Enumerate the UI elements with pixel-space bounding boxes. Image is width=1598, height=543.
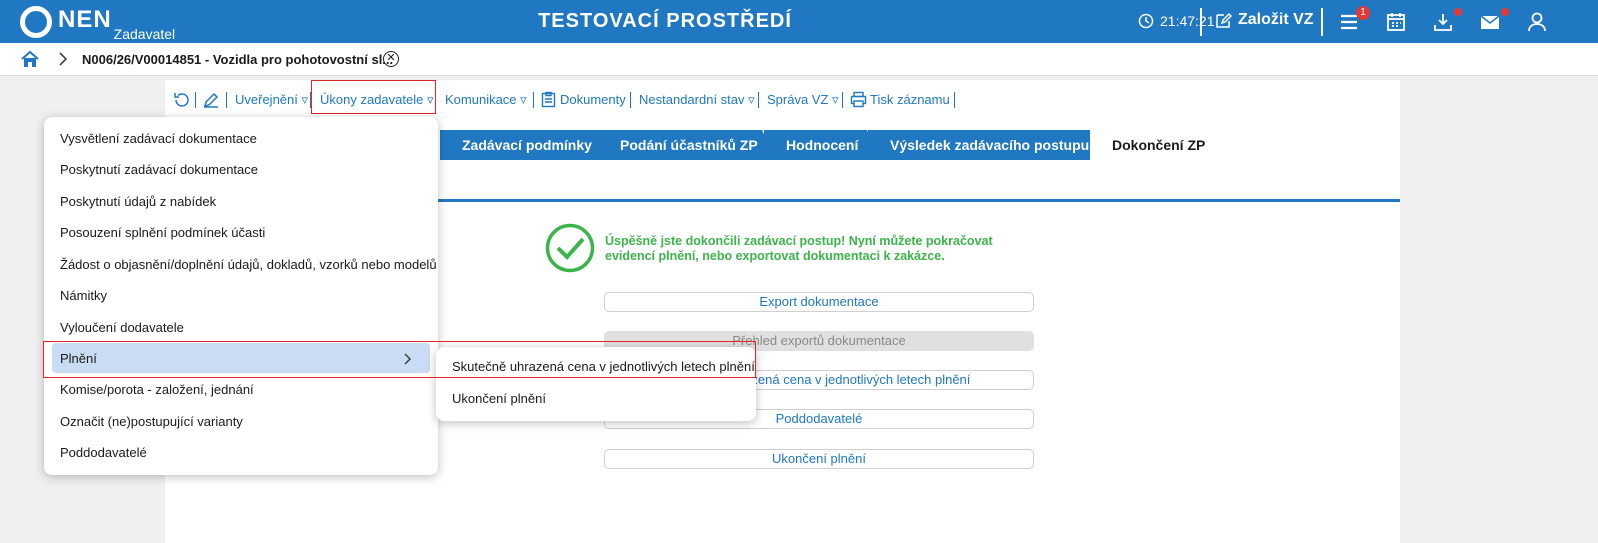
documents-icon (541, 91, 556, 111)
create-tender-label: Založit VZ (1238, 11, 1314, 28)
breadcrumb: N006/26/V00014851 - Vozidla pro pohotovo… (0, 43, 1598, 76)
toolbar-divider (630, 92, 631, 108)
download-dot (1454, 8, 1462, 16)
menu-item-clarification-request[interactable]: Žádost o objasnění/doplnění údajů, dokla… (60, 257, 437, 272)
edit-icon (1216, 12, 1232, 28)
highlight-frame (43, 341, 756, 378)
menu-item-explanation[interactable]: Vysvětlení zadávací dokumentace (60, 131, 257, 146)
menu-item-committee[interactable]: Komise/porota - založení, jednání (60, 382, 254, 397)
toolbar-divider (758, 92, 759, 108)
highlight-frame (311, 80, 436, 114)
tab-conditions[interactable]: Zadávací podmínky (440, 130, 612, 160)
download-icon[interactable] (1432, 11, 1454, 33)
toolbar-divider (954, 92, 955, 108)
menu-item-provide-docs[interactable]: Poskytnutí zadávací dokumentace (60, 162, 258, 177)
menu-item-subcontractors[interactable]: Poddodavatelé (60, 445, 147, 460)
menu-item-objections[interactable]: Námitky (60, 288, 107, 303)
tab-evaluation[interactable]: Hodnocení (764, 130, 881, 160)
chevron-right-icon (59, 52, 68, 66)
menu-publish[interactable]: Uveřejnění ▿ (235, 92, 308, 108)
tab-completion[interactable]: Dokončení ZP (1090, 130, 1232, 160)
header-divider (1200, 8, 1202, 36)
menu-communication[interactable]: Komunikace ▿ (445, 92, 527, 108)
menu-tender-management[interactable]: Správa VZ ▿ (767, 92, 839, 108)
clock-time: 21:47:21 (1160, 13, 1215, 29)
tab-result[interactable]: Výsledek zadávacího postupu (868, 130, 1104, 160)
clock-icon (1138, 13, 1154, 29)
calendar-icon[interactable] (1385, 11, 1407, 33)
success-message: Úspěšně jste dokončili zadávací postup! … (605, 234, 993, 263)
edit-icon[interactable] (202, 91, 220, 109)
menu-nonstandard-state[interactable]: Nestandardní stav ▿ (639, 92, 755, 108)
menu-item-variants[interactable]: Označit (ne)postupující varianty (60, 414, 243, 429)
close-icon[interactable]: ✕ (383, 51, 399, 67)
mail-dot (1501, 8, 1509, 16)
performance-end-button[interactable]: Ukončení plnění (604, 449, 1034, 469)
export-documentation-button[interactable]: Export dokumentace (604, 292, 1034, 312)
toolbar-divider (195, 92, 196, 108)
toolbar-divider (842, 92, 843, 108)
tab-underline (438, 199, 1400, 202)
environment-title: TESTOVACÍ PROSTŘEDÍ (538, 10, 792, 32)
home-icon[interactable] (20, 50, 40, 68)
check-circle-icon (545, 223, 595, 273)
user-icon[interactable] (1526, 11, 1548, 33)
submenu-item-end-performance[interactable]: Ukončení plnění (452, 391, 546, 406)
session-clock: 21:47:21 (1138, 13, 1215, 29)
printer-icon (850, 91, 867, 111)
mail-icon[interactable] (1479, 11, 1501, 33)
breadcrumb-title[interactable]: N006/26/V00014851 - Vozidla pro pohotovo… (82, 52, 393, 67)
menu-documents[interactable]: Dokumenty (560, 92, 626, 107)
refresh-icon[interactable] (173, 91, 191, 109)
menu-item-offer-data[interactable]: Poskytnutí údajů z nabídek (60, 194, 216, 209)
menu-item-exclusion[interactable]: Vyloučení dodavatele (60, 320, 184, 335)
create-tender-button[interactable]: Založit VZ (1215, 11, 1314, 29)
menu-print-record[interactable]: Tisk záznamu (870, 92, 950, 107)
tab-submissions[interactable]: Podání účastníků ZP (598, 130, 776, 160)
actions-dropdown: Vysvětlení zadávací dokumentace Poskytnu… (44, 117, 438, 475)
toolbar-divider (533, 92, 534, 108)
toolbar-divider (226, 92, 227, 108)
notification-badge: 1 (1356, 6, 1370, 20)
menu-item-qualification[interactable]: Posouzení splnění podmínek účasti (60, 225, 265, 240)
header-divider (1321, 8, 1323, 36)
top-bar: NEN Zadavatel TESTOVACÍ PROSTŘEDÍ 21:47:… (0, 0, 1598, 43)
